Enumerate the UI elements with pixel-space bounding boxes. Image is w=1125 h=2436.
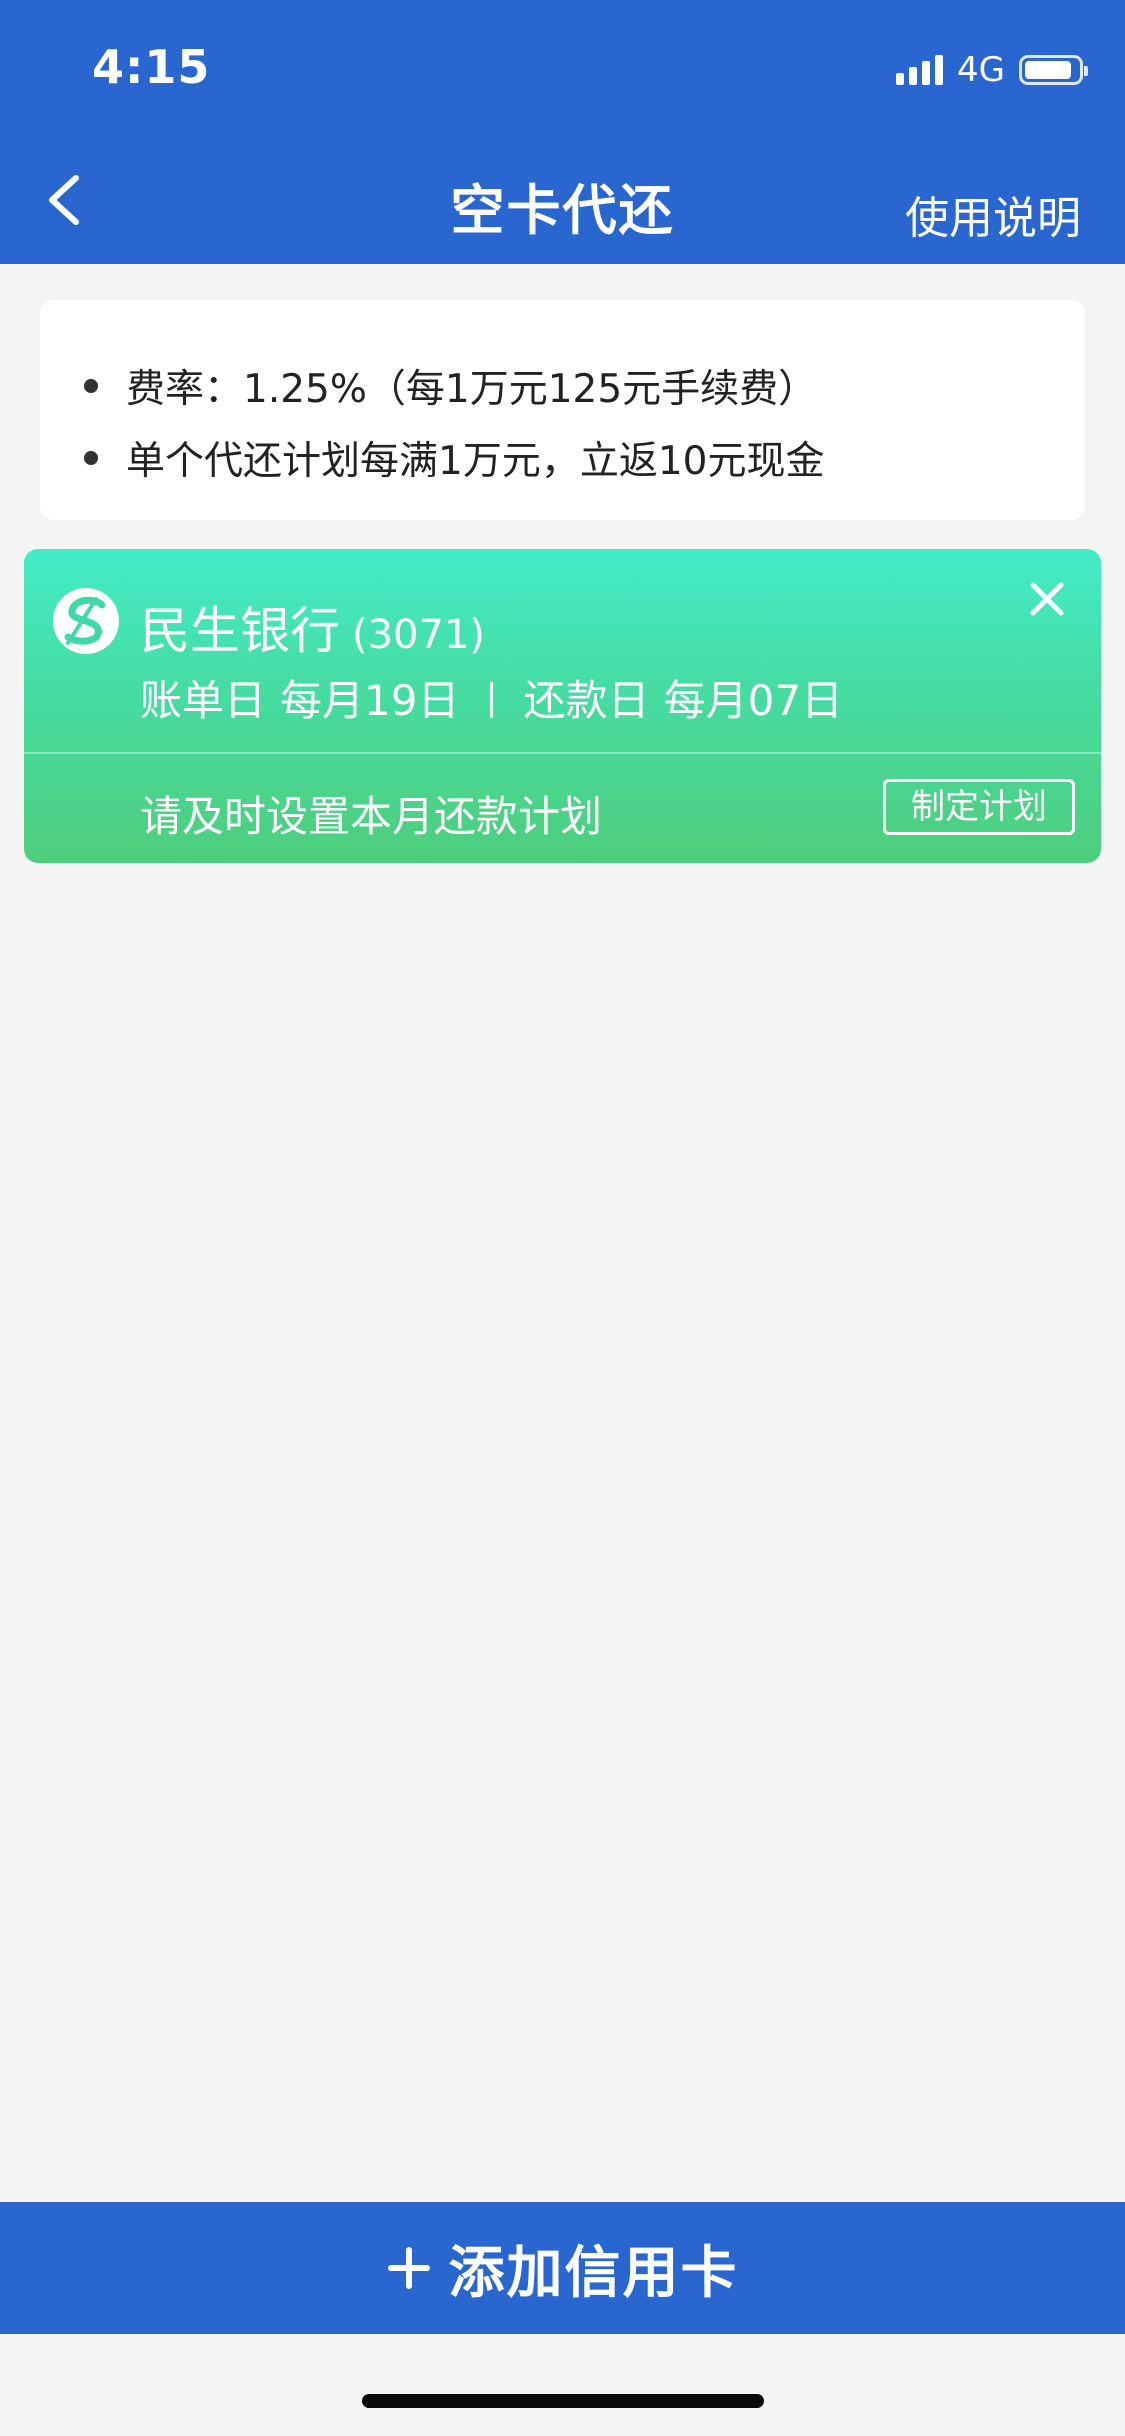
bank-name-row: 民生银行 (3071) xyxy=(140,591,485,663)
help-link[interactable]: 使用说明 xyxy=(905,182,1081,246)
app-header: 4:15 4G 空卡代还 使用说明 xyxy=(0,0,1125,264)
add-credit-card-button[interactable]: 添加信用卡 xyxy=(0,2202,1125,2334)
card-divider xyxy=(24,752,1101,754)
bullet-icon xyxy=(84,451,98,465)
bank-logo-icon xyxy=(53,588,119,654)
repay-day-value: 每月07日 xyxy=(663,676,844,725)
signal-icon xyxy=(896,55,944,85)
credit-card-item[interactable]: 民生银行 (3071) 账单日 每月19日 | 还款日 每月07日 请及时设置本… xyxy=(24,549,1101,863)
bill-day-value: 每月19日 xyxy=(280,676,460,725)
info-text: 费率：1.25%（每1万元125元手续费） xyxy=(126,367,818,412)
info-item-cashback: 单个代还计划每满1万元，立返10元现金 xyxy=(84,422,1085,494)
date-separator: | xyxy=(485,677,498,718)
status-indicators: 4G xyxy=(896,50,1088,90)
fee-info-card: 费率：1.25%（每1万元125元手续费） 单个代还计划每满1万元，立返10元现… xyxy=(40,300,1085,520)
network-type: 4G xyxy=(957,50,1005,90)
battery-icon xyxy=(1019,55,1088,85)
home-indicator[interactable] xyxy=(362,2394,764,2408)
info-item-fee-rate: 费率：1.25%（每1万元125元手续费） xyxy=(84,350,1085,422)
info-text: 单个代还计划每满1万元，立返10元现金 xyxy=(126,439,825,484)
plus-icon xyxy=(387,2247,430,2289)
repay-day-label: 还款日 xyxy=(523,676,650,725)
make-plan-button[interactable]: 制定计划 xyxy=(883,779,1075,835)
billing-dates: 账单日 每月19日 | 还款日 每月07日 xyxy=(140,667,843,728)
bill-day-label: 账单日 xyxy=(140,676,267,725)
bank-name: 民生银行 xyxy=(140,602,340,660)
add-credit-card-label: 添加信用卡 xyxy=(448,2240,739,2306)
plan-reminder: 请及时设置本月还款计划 xyxy=(140,792,603,841)
close-icon xyxy=(1030,582,1064,616)
bullet-icon xyxy=(84,379,98,393)
card-tail-number: (3071) xyxy=(352,612,486,658)
status-time: 4:15 xyxy=(92,40,211,94)
remove-card-button[interactable] xyxy=(1023,575,1071,623)
